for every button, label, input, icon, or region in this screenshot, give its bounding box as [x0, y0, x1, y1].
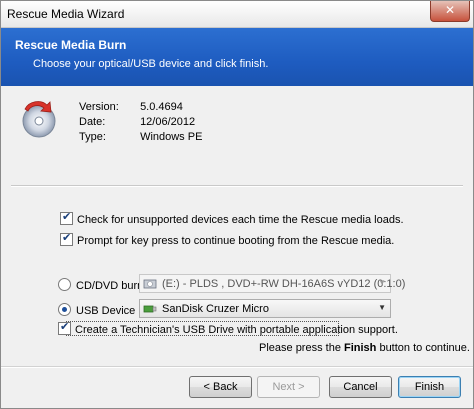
usb-drive-icon: [143, 305, 157, 313]
technician-usb-option[interactable]: ✔ Create a Technician's USB Drive with po…: [58, 321, 398, 336]
info-value: 5.0.4694: [140, 101, 183, 113]
info-row-date: Date: 12/06/2012: [79, 115, 202, 130]
usb-device-combo-value: SanDisk Cruzer Micro: [162, 303, 269, 315]
info-value: 12/06/2012: [140, 116, 196, 128]
prompt-keypress-label[interactable]: Prompt for key press to continue booting…: [77, 235, 394, 247]
checkmark-icon: ✔: [62, 232, 72, 244]
optical-drive-icon: [143, 279, 157, 289]
header-banner: Rescue Media Burn Choose your optical/US…: [1, 28, 473, 86]
check-unsupported-label[interactable]: Check for unsupported devices each time …: [77, 214, 404, 226]
button-divider: [1, 366, 473, 368]
next-button[interactable]: Next >: [257, 376, 320, 398]
info-row-version: Version: 5.0.4694: [79, 100, 202, 115]
close-button[interactable]: ✕: [430, 1, 470, 22]
hint-text-post: button to continue.: [376, 342, 470, 354]
finish-hint: Please press the Finish button to contin…: [259, 342, 470, 354]
usb-device-radio[interactable]: [58, 303, 71, 316]
cd-dvd-combo-value: (E:) - PLDS , DVD+-RW DH-16A6S vYD12 (0:…: [162, 278, 406, 290]
usb-device-combo[interactable]: SanDisk Cruzer Micro ▼: [139, 299, 391, 318]
cd-dvd-radio[interactable]: [58, 278, 71, 291]
usb-device-label[interactable]: USB Device: [76, 305, 135, 317]
info-row-type: Type: Windows PE: [79, 130, 202, 145]
version-info: Version: 5.0.4694 Date: 12/06/2012 Type:…: [79, 100, 202, 145]
divider: [11, 185, 463, 187]
checkmark-icon: ✔: [60, 321, 70, 333]
disc-burn-icon: [22, 101, 56, 138]
banner-title: Rescue Media Burn: [15, 38, 127, 52]
check-unsupported-checkbox[interactable]: ✔: [60, 211, 73, 225]
usb-device-radio-option[interactable]: USB Device: [58, 303, 135, 317]
info-value: Windows PE: [140, 131, 203, 143]
cd-dvd-combo[interactable]: (E:) - PLDS , DVD+-RW DH-16A6S vYD12 (0:…: [139, 274, 405, 293]
technician-usb-label[interactable]: Create a Technician's USB Drive with por…: [75, 324, 398, 336]
prompt-keypress-option[interactable]: ✔ Prompt for key press to continue bootin…: [60, 232, 394, 247]
window-title: Rescue Media Wizard: [7, 7, 125, 21]
info-label: Version:: [79, 101, 119, 113]
info-label: Type:: [79, 131, 106, 143]
hint-text-pre: Please press the: [259, 342, 344, 354]
chevron-down-icon: ▼: [378, 303, 386, 312]
radio-selected-dot: [62, 307, 67, 312]
hint-text-bold: Finish: [344, 342, 377, 354]
cancel-button[interactable]: Cancel: [329, 376, 392, 398]
back-button[interactable]: < Back: [189, 376, 252, 398]
title-bar[interactable]: Rescue Media Wizard ✕: [1, 1, 473, 28]
info-label: Date:: [79, 116, 106, 128]
finish-button[interactable]: Finish: [398, 376, 461, 398]
rescue-media-wizard-window: Rescue Media Wizard ✕ Rescue Media Burn …: [0, 0, 474, 409]
chevron-down-icon: ▼: [378, 278, 386, 287]
banner-subtitle: Choose your optical/USB device and click…: [33, 58, 269, 70]
prompt-keypress-checkbox[interactable]: ✔: [60, 232, 73, 246]
checkmark-icon: ✔: [62, 211, 72, 223]
technician-usb-checkbox[interactable]: ✔: [58, 321, 71, 335]
check-unsupported-option[interactable]: ✔ Check for unsupported devices each time…: [60, 211, 404, 226]
